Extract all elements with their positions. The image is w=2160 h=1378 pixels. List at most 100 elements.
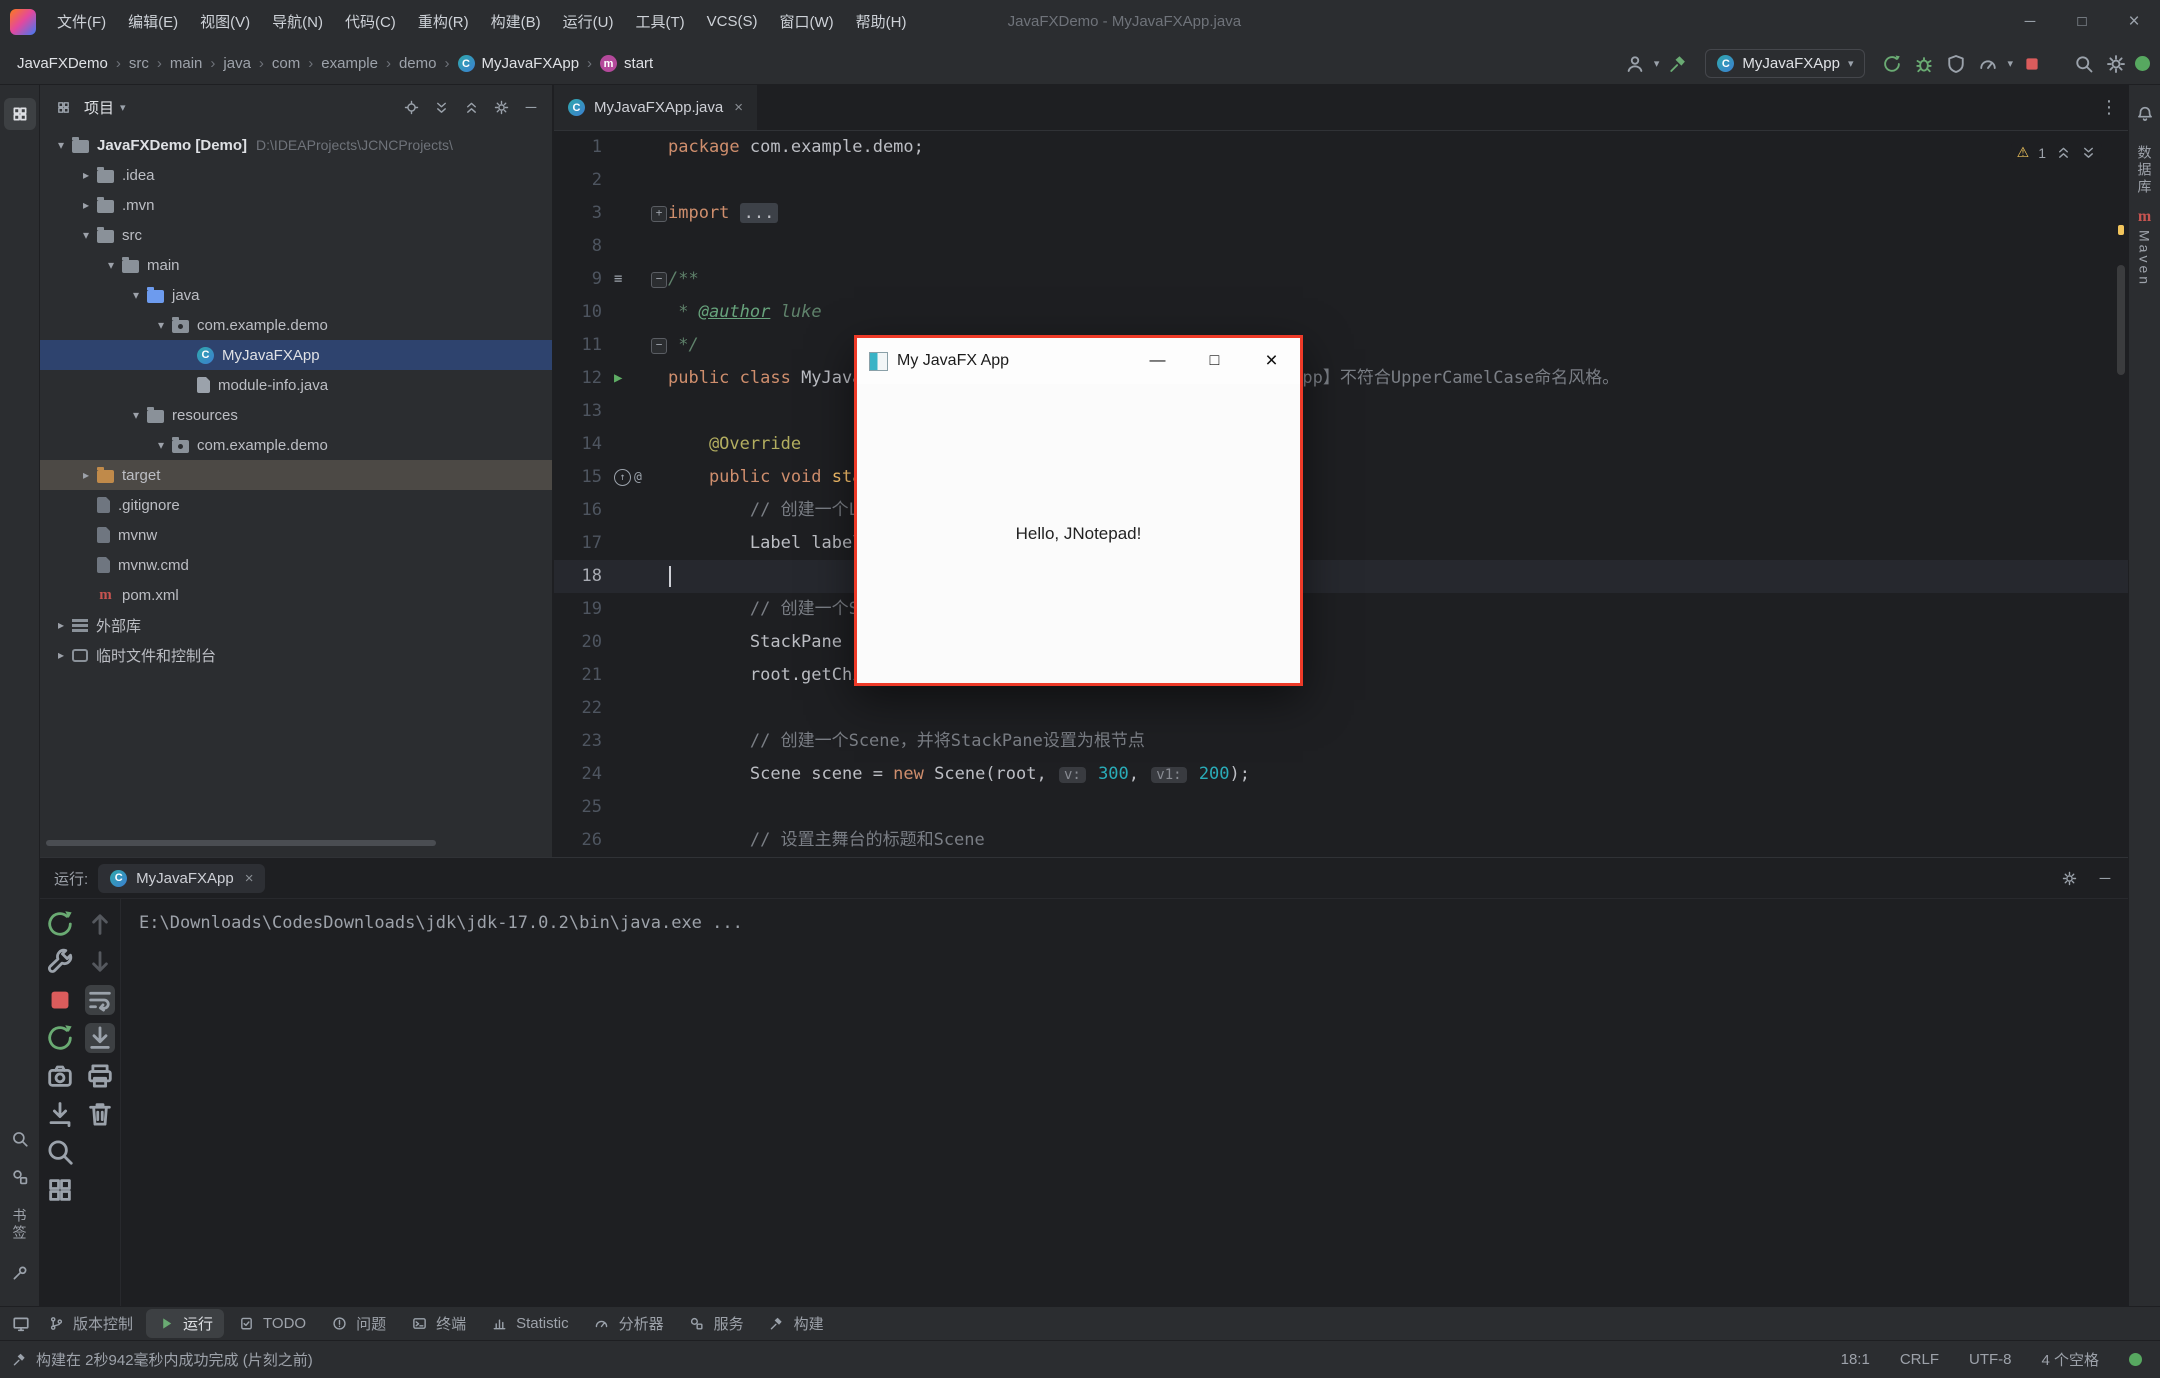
collapse-all-icon[interactable] — [458, 95, 484, 121]
tree-item[interactable]: ▾resources — [40, 400, 552, 430]
javafx-app-window[interactable]: My JavaFX App — □ × Hello, JNot​epad! — [854, 335, 1303, 686]
tree-item[interactable]: .gitignore — [40, 490, 552, 520]
code-line[interactable]: 19 // 创建一个StackPane布局容器 — [554, 593, 2128, 626]
ready-status-icon[interactable] — [2129, 1353, 2142, 1366]
search-everywhere-icon[interactable] — [2071, 51, 2097, 77]
code-line[interactable]: 17 Label label = new Label("Hello, JNote… — [554, 527, 2128, 560]
tree-chevron-icon[interactable]: ▾ — [150, 438, 172, 452]
tree-chevron-icon[interactable]: ▸ — [75, 168, 97, 182]
breadcrumb-item[interactable]: example — [318, 53, 381, 74]
tree-chevron-icon[interactable]: ▾ — [150, 318, 172, 332]
run-settings-gear-icon[interactable] — [2056, 865, 2082, 891]
tool-window-button-chart[interactable]: Statistic — [479, 1311, 580, 1337]
project-tool-icon[interactable] — [4, 98, 36, 130]
menu-item[interactable]: 视图(V) — [189, 0, 261, 43]
javafx-close-button[interactable]: × — [1243, 338, 1300, 384]
settings-gear-icon[interactable] — [2103, 51, 2129, 77]
notifications-bell-icon[interactable] — [2129, 98, 2160, 130]
profiler-chevron-icon[interactable]: ▾ — [2007, 57, 2013, 70]
next-problem-icon[interactable] — [2080, 145, 2096, 161]
code-line[interactable]: 23 // 创建一个Scene，并将StackPane设置为根节点 — [554, 725, 2128, 758]
tree-chevron-icon[interactable]: ▾ — [100, 258, 122, 272]
code-line[interactable]: 18 — [554, 560, 2128, 593]
code-line[interactable]: 12▶public class MyJavaFXApp extends Appl… — [554, 362, 2128, 395]
stop-button[interactable] — [45, 985, 75, 1015]
coverage-button[interactable] — [1943, 51, 1969, 77]
tree-item[interactable]: ▾com.example.demo — [40, 310, 552, 340]
maven-tool-button[interactable]: Maven — [2137, 230, 2153, 287]
tab-options-icon[interactable]: ⋮ — [2100, 97, 2118, 118]
breadcrumb-item[interactable]: main — [167, 53, 206, 74]
code-line[interactable]: 24 Scene scene = new Scene(root, v: 300,… — [554, 758, 2128, 791]
tree-item[interactable]: module-info.java — [40, 370, 552, 400]
print-button[interactable] — [85, 1061, 115, 1091]
code-line[interactable]: 15↑@ public void start(Stage primaryStag… — [554, 461, 2128, 494]
tree-chevron-icon[interactable]: ▾ — [75, 228, 97, 242]
tree-item[interactable]: mpom.xml — [40, 580, 552, 610]
hide-run-panel-icon[interactable]: ─ — [2092, 865, 2118, 891]
next-occurrence-button[interactable] — [85, 947, 115, 977]
code-line[interactable]: 3+import ... — [554, 197, 2128, 230]
tool-window-options-icon[interactable] — [488, 95, 514, 121]
tree-chevron-icon[interactable]: ▸ — [50, 648, 72, 662]
analyze-button[interactable] — [45, 1137, 75, 1167]
minimize-button[interactable]: ─ — [2004, 0, 2056, 43]
bookmarks-tool-button[interactable]: 书签 — [10, 1208, 30, 1242]
tree-chevron-icon[interactable]: ▸ — [75, 468, 97, 482]
tree-item[interactable]: ▸.idea — [40, 160, 552, 190]
tree-item[interactable]: ▸临时文件和控制台 — [40, 640, 552, 670]
code-line[interactable]: 21 root.getChildren().add(label); — [554, 659, 2128, 692]
tree-chevron-icon[interactable]: ▾ — [125, 288, 147, 302]
code-line[interactable]: 20 StackPane root = new StackPane(); — [554, 626, 2128, 659]
fold-marker-icon[interactable]: + — [651, 206, 667, 222]
code-line[interactable]: 25 — [554, 791, 2128, 824]
inspection-widget[interactable]: ⚠ 1 — [2011, 142, 2102, 163]
edit-run-config-button[interactable] — [45, 947, 75, 977]
clear-console-button[interactable] — [85, 1099, 115, 1129]
menu-item[interactable]: 构建(B) — [480, 0, 552, 43]
code-line[interactable]: 26 // 设置主舞台的标题和Scene — [554, 824, 2128, 857]
tree-chevron-icon[interactable]: ▸ — [50, 618, 72, 632]
file-encoding[interactable]: UTF-8 — [1969, 1351, 2012, 1368]
javafx-minimize-button[interactable]: — — [1129, 338, 1186, 384]
code-line[interactable]: 13 — [554, 395, 2128, 428]
tool-window-button-branch[interactable]: 版本控制 — [36, 1309, 144, 1338]
dump-heap-button[interactable] — [45, 1099, 75, 1129]
breadcrumb-item[interactable]: demo — [396, 53, 440, 74]
menu-item[interactable]: 工具(T) — [624, 0, 695, 43]
menu-item[interactable]: 帮助(H) — [845, 0, 918, 43]
project-horizontal-scrollbar[interactable] — [46, 840, 436, 846]
fold-marker-icon[interactable]: − — [651, 272, 667, 288]
tree-item[interactable]: ▾JavaFXDemo [Demo]D:\IDEAProjects\JCNCPr… — [40, 130, 552, 160]
menu-item[interactable]: 窗口(W) — [768, 0, 844, 43]
tree-item[interactable]: ▾java — [40, 280, 552, 310]
status-message[interactable]: 构建在 2秒942毫秒内成功完成 (片刻之前) — [36, 1349, 313, 1370]
code-line[interactable]: 9≡−/** — [554, 263, 2128, 296]
run-configuration-select[interactable]: C MyJavaFXApp ▾ — [1705, 49, 1865, 78]
breadcrumb-item[interactable]: JavaFXDemo — [14, 53, 111, 74]
tree-chevron-icon[interactable]: ▾ — [50, 138, 72, 152]
database-tool-button[interactable]: 数据库 — [2135, 145, 2155, 196]
more-tools-icon[interactable] — [4, 1161, 36, 1193]
prev-occurrence-button[interactable] — [85, 909, 115, 939]
maven-icon[interactable]: m — [2138, 208, 2151, 226]
run-tab-close-icon[interactable]: × — [245, 870, 254, 887]
tree-item[interactable]: ▸target — [40, 460, 552, 490]
tree-chevron-icon[interactable]: ▸ — [75, 198, 97, 212]
project-view-chevron-icon[interactable]: ▾ — [120, 101, 126, 114]
breadcrumb-item[interactable]: mstart — [597, 53, 656, 74]
line-separator[interactable]: CRLF — [1900, 1351, 1939, 1368]
pin-icon[interactable] — [4, 1257, 36, 1289]
editor-scrollbar[interactable] — [2117, 265, 2125, 375]
breadcrumb-item[interactable]: src — [126, 53, 152, 74]
debug-button[interactable] — [1911, 51, 1937, 77]
menu-item[interactable]: 代码(C) — [334, 0, 407, 43]
code-line[interactable]: 16 // 创建一个Label标签 — [554, 494, 2128, 527]
tab-close-icon[interactable]: × — [734, 99, 743, 116]
close-button[interactable]: × — [2108, 0, 2160, 43]
tree-item[interactable]: ▾src — [40, 220, 552, 250]
editor-tab[interactable]: C MyJavaFXApp.java × — [554, 85, 758, 130]
user-profile-icon[interactable] — [1622, 51, 1648, 77]
indent-setting[interactable]: 4 个空格 — [2041, 1349, 2099, 1370]
code-line[interactable]: 14 @Override — [554, 428, 2128, 461]
